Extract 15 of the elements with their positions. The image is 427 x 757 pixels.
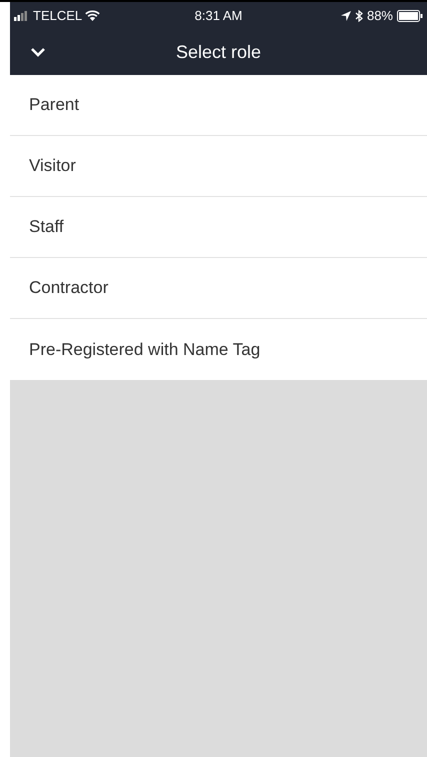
- clock-time: 8:31 AM: [194, 8, 242, 23]
- battery-percent: 88%: [366, 6, 393, 25]
- role-option[interactable]: Visitor: [10, 136, 427, 197]
- role-option[interactable]: Pre-Registered with Name Tag: [10, 319, 427, 380]
- signal-icon: [14, 10, 30, 20]
- role-option[interactable]: Parent: [10, 75, 427, 136]
- role-option[interactable]: Contractor: [10, 258, 427, 319]
- bluetooth-icon: [354, 10, 363, 22]
- battery-icon: [397, 10, 423, 22]
- wifi-icon: [85, 10, 100, 21]
- screen-title: Select role: [176, 42, 262, 62]
- carrier-name: TELCEL: [33, 6, 82, 25]
- location-arrow-icon: [340, 10, 351, 20]
- role-option[interactable]: Staff: [10, 197, 427, 258]
- chevron-down-icon: [30, 47, 46, 57]
